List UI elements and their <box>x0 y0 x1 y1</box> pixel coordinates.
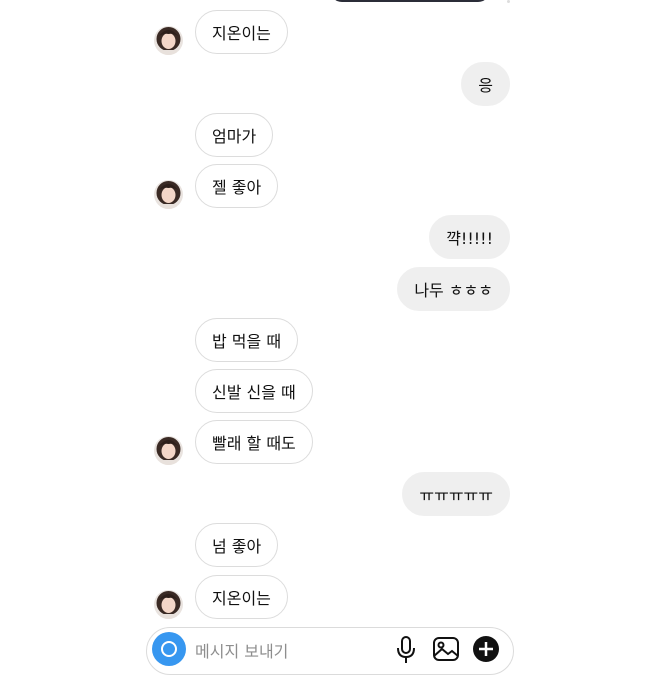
message-bubble-received[interactable]: 지온이는 <box>195 10 288 54</box>
message-bubble-received[interactable]: 지온이는 <box>195 575 288 619</box>
previous-sent-bubble <box>330 0 490 2</box>
message-bubble-sent[interactable]: 응 <box>461 62 510 106</box>
message-bubble-received[interactable]: 밥 먹을 때 <box>195 318 299 362</box>
message-composer[interactable]: 메시지 보내기 <box>146 627 514 675</box>
sender-avatar[interactable] <box>154 590 183 619</box>
message-bubble-sent[interactable]: 꺅!!!!! <box>429 215 510 259</box>
sender-avatar[interactable] <box>154 180 183 209</box>
message-bubble-received[interactable]: 엄마가 <box>195 113 274 157</box>
message-input[interactable]: 메시지 보내기 <box>195 638 288 662</box>
sender-avatar[interactable] <box>154 26 183 55</box>
message-bubble-sent[interactable]: ㅠㅠㅠㅠㅠ <box>402 472 510 516</box>
message-bubble-sent[interactable]: 나두 ㅎㅎㅎ <box>397 267 510 311</box>
microphone-icon[interactable] <box>395 634 417 668</box>
message-bubble-received[interactable]: 신발 신을 때 <box>195 369 313 413</box>
plus-icon[interactable] <box>472 635 500 667</box>
message-bubble-received[interactable]: 넘 좋아 <box>195 523 279 567</box>
sender-avatar[interactable] <box>154 436 183 465</box>
scroll-indicator <box>507 0 510 3</box>
camera-icon[interactable] <box>152 632 186 666</box>
message-bubble-received[interactable]: 젤 좋아 <box>195 164 279 208</box>
message-bubble-received[interactable]: 빨래 할 때도 <box>195 420 313 464</box>
image-icon[interactable] <box>432 634 460 668</box>
